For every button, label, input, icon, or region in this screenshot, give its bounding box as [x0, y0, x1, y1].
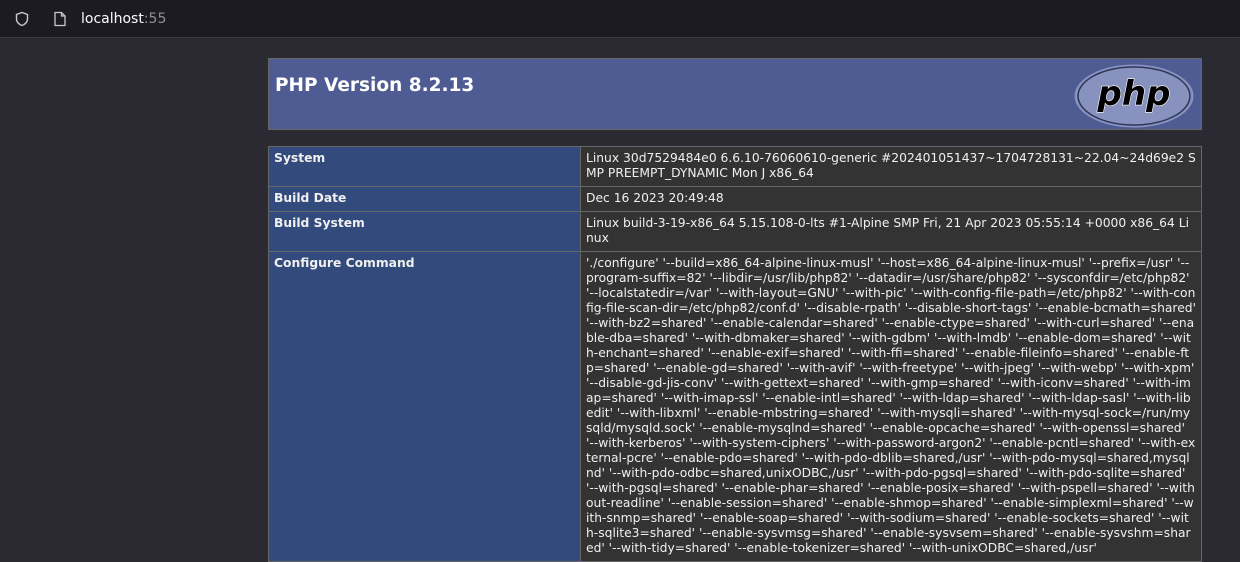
row-label: System	[268, 146, 581, 187]
row-value: './configure' '--build=x86_64-alpine-lin…	[580, 251, 1202, 562]
php-logo[interactable]: php	[1073, 63, 1195, 133]
shield-icon[interactable]	[14, 11, 30, 27]
table-row: Configure Command './configure' '--build…	[268, 251, 1202, 562]
phpinfo-container: PHP Version 8.2.13 php System Linux 30d7…	[268, 58, 1202, 562]
address-bar[interactable]: localhost:55	[0, 0, 1240, 38]
page-viewport: PHP Version 8.2.13 php System Linux 30d7…	[0, 38, 1240, 562]
url-text[interactable]: localhost:55	[81, 11, 166, 27]
php-logo-text: php	[1097, 74, 1171, 114]
table-row: System Linux 30d7529484e0 6.6.10-7606061…	[268, 146, 1202, 187]
url-host: localhost	[81, 10, 144, 27]
table-row: Build Date Dec 16 2023 20:49:48	[268, 186, 1202, 212]
info-table: System Linux 30d7529484e0 6.6.10-7606061…	[268, 146, 1202, 562]
url-port: :55	[143, 10, 167, 27]
row-label: Build System	[268, 211, 581, 252]
page-icon	[52, 11, 68, 27]
phpinfo-header: PHP Version 8.2.13 php	[268, 58, 1202, 130]
row-value: Linux 30d7529484e0 6.6.10-76060610-gener…	[580, 146, 1202, 187]
row-value: Dec 16 2023 20:49:48	[580, 186, 1202, 212]
row-label: Configure Command	[268, 251, 581, 562]
table-row: Build System Linux build-3-19-x86_64 5.1…	[268, 211, 1202, 252]
page-title: PHP Version 8.2.13	[275, 75, 475, 96]
row-label: Build Date	[268, 186, 581, 212]
row-value: Linux build-3-19-x86_64 5.15.108-0-lts #…	[580, 211, 1202, 252]
